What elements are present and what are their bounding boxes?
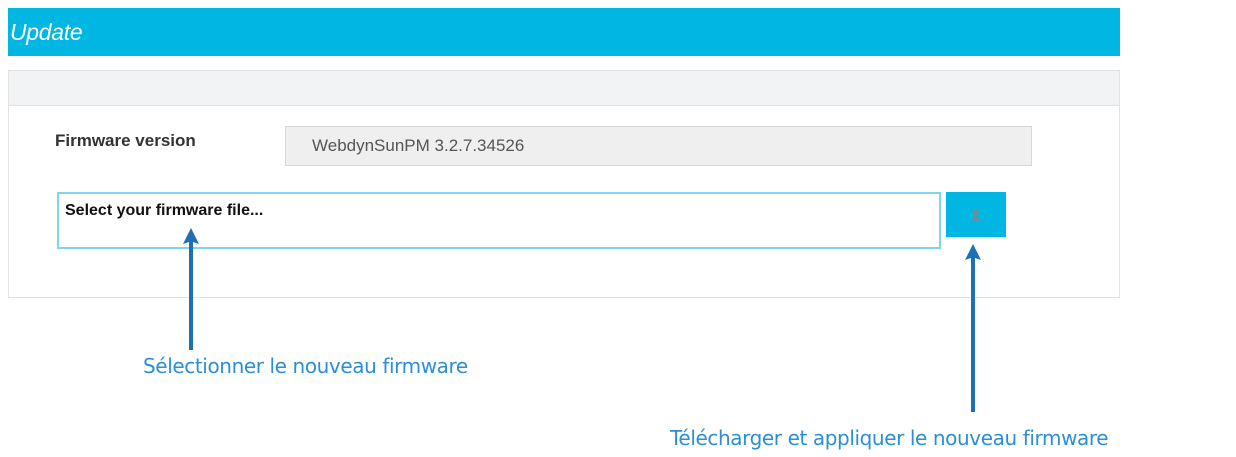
firmware-version-field: WebdynSunPM 3.2.7.34526	[285, 126, 1032, 166]
panel-title: Update	[10, 19, 83, 45]
upload-firmware-button[interactable]	[946, 192, 1006, 237]
annotation-select-firmware: Sélectionner le nouveau firmware	[143, 354, 468, 378]
firmware-version-label: Firmware version	[55, 131, 196, 150]
panel-header: Update	[8, 8, 1120, 56]
upload-icon	[971, 207, 981, 222]
update-panel-body: Firmware version WebdynSunPM 3.2.7.34526…	[8, 70, 1120, 298]
arrow-up-icon	[965, 244, 981, 412]
arrow-up-icon	[183, 228, 199, 350]
update-page: Update Firmware version WebdynSunPM 3.2.…	[0, 0, 1236, 457]
annotation-upload-apply: Télécharger et appliquer le nouveau firm…	[670, 426, 1109, 450]
panel-subheader	[9, 71, 1119, 106]
